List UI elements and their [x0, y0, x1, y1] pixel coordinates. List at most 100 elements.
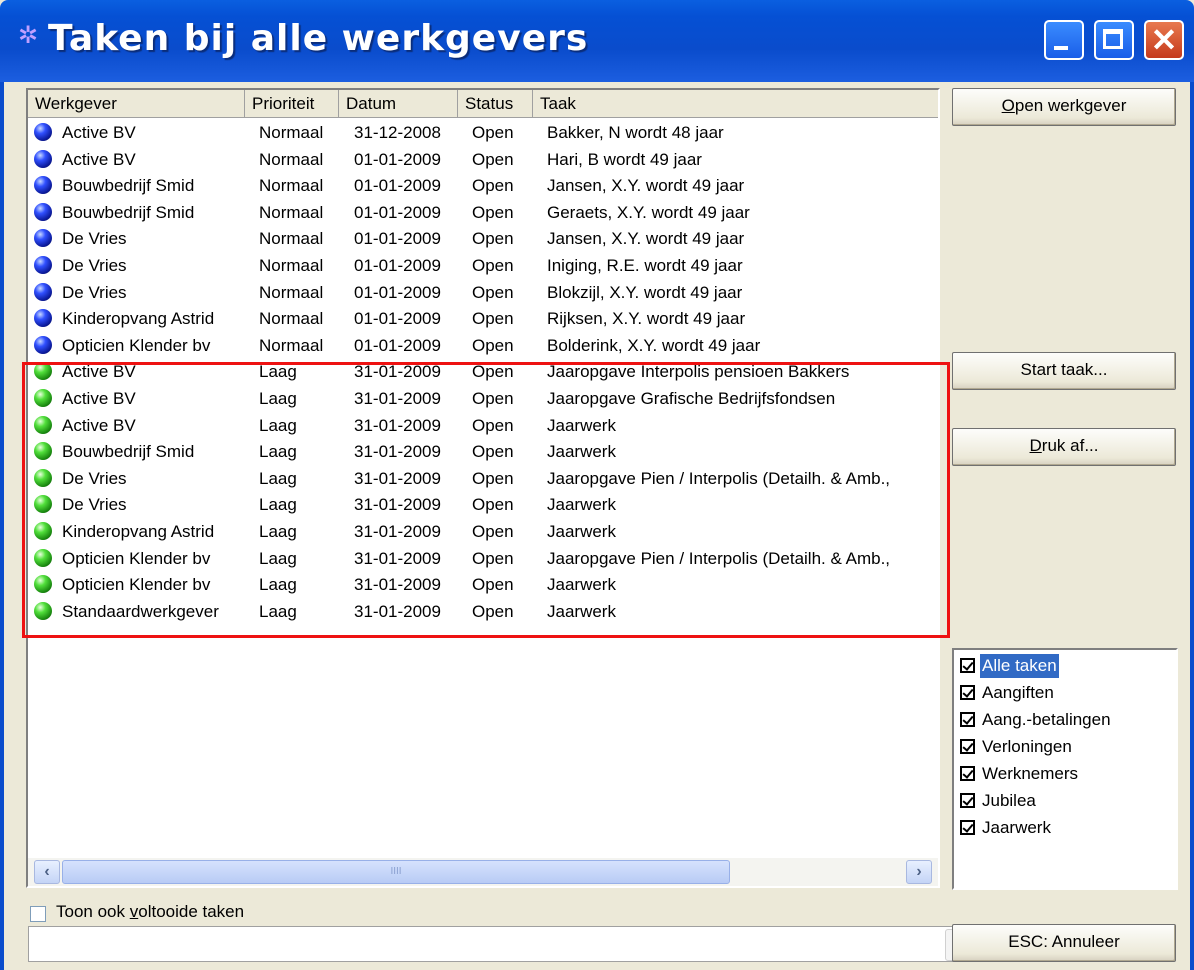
table-row[interactable]: De Vries Normaal 01-01-2009 Open Jansen, X.Y…	[28, 226, 938, 252]
cell-taak: Jansen, X.Y. wordt 49 jaar	[547, 176, 745, 196]
checkbox-checked-icon[interactable]	[960, 685, 975, 700]
table-row[interactable]: Opticien Klender bv Laag 31-01-2009 Open Jaa…	[28, 546, 938, 572]
task-filter-list[interactable]: Alle taken Aangiften Aang.-betalingen Verlo…	[952, 648, 1178, 890]
column-header-taak[interactable]: Taak	[533, 90, 938, 118]
cell-status: Open	[472, 415, 514, 435]
table-row[interactable]: Kinderopvang Astrid Normaal 01-01-2009 Open…	[28, 306, 938, 332]
checkbox-checked-icon[interactable]	[960, 658, 975, 673]
cell-datum: 31-01-2009	[354, 522, 441, 541]
cell-werkgever: Kinderopvang Astrid	[62, 522, 215, 541]
table-row[interactable]: Kinderopvang Astrid Laag 31-01-2009 Open Jaa…	[28, 519, 938, 545]
cell-status: Open	[472, 256, 514, 275]
cell-datum: 01-01-2009	[354, 335, 441, 355]
table-row[interactable]: Standaardwerkgever Laag 31-01-2009 Open Jaar…	[28, 599, 938, 625]
horizontal-scrollbar[interactable]: ‹ IIII ›	[28, 858, 938, 886]
table-row[interactable]: Bouwbedrijf Smid Laag 31-01-2009 Open Jaarwe…	[28, 439, 938, 465]
checkbox-checked-icon[interactable]	[960, 712, 975, 727]
cell-werkgever: Opticien Klender bv	[62, 548, 211, 568]
open-werkgever-button[interactable]: Open werkgever	[952, 88, 1176, 126]
checkbox-checked-icon[interactable]	[960, 766, 975, 781]
close-icon: ✕	[1150, 22, 1178, 58]
table-row[interactable]: De Vries Normaal 01-01-2009 Open Blokzijl, X…	[28, 280, 938, 306]
cell-prioriteit: Laag	[259, 575, 297, 595]
checkbox-checked-icon[interactable]	[960, 820, 975, 835]
table-row[interactable]: Active BV Laag 31-01-2009 Open Jaaropgave In…	[28, 359, 938, 385]
cell-datum: 31-01-2009	[354, 362, 441, 382]
title-bar[interactable]: ✲ Taken bij alle werkgevers ✕	[0, 0, 1194, 82]
filter-label: Jubilea	[982, 791, 1036, 810]
table-row[interactable]: Bouwbedrijf Smid Normaal 01-01-2009 Open Ger…	[28, 200, 938, 226]
table-row[interactable]: De Vries Laag 31-01-2009 Open Jaarwerk	[28, 492, 938, 518]
green-ball-icon	[34, 362, 52, 381]
cell-datum: 01-01-2009	[354, 176, 441, 196]
filter-label: Alle taken	[980, 654, 1059, 678]
cell-prioriteit: Normaal	[259, 229, 324, 249]
table-row[interactable]: Active BV Laag 31-01-2009 Open Jaaropgave Gr…	[28, 386, 938, 412]
cell-werkgever: De Vries	[62, 495, 127, 515]
column-header-status[interactable]: Status	[458, 90, 533, 118]
cell-prioriteit: Laag	[259, 442, 297, 462]
filter-label: Aang.-betalingen	[982, 710, 1111, 729]
checkbox-checked-icon[interactable]	[960, 793, 975, 808]
table-row[interactable]: Active BV Normaal 01-01-2009 Open Hari, B wo…	[28, 147, 938, 173]
cell-prioriteit: Normaal	[259, 309, 324, 329]
cell-taak: Jaarwerk	[547, 415, 616, 435]
cell-werkgever: De Vries	[62, 282, 127, 302]
start-taak-button[interactable]: Start taak...	[952, 352, 1176, 390]
cell-werkgever: Active BV	[62, 389, 136, 408]
table-row[interactable]: Active BV Normaal 31-12-2008 Open Bakker, N …	[28, 120, 938, 146]
cell-werkgever: Bouwbedrijf Smid	[62, 176, 195, 196]
annuleer-button[interactable]: ESC: Annuleer	[952, 924, 1176, 962]
druk-af-button[interactable]: Druk af...	[952, 428, 1176, 466]
cell-datum: 01-01-2009	[354, 202, 441, 222]
maximize-button[interactable]	[1094, 20, 1134, 60]
cell-datum: 01-01-2009	[354, 149, 441, 169]
cell-datum: 31-01-2009	[354, 415, 441, 435]
status-combo[interactable]: ▽	[28, 926, 980, 962]
cell-taak: Bakker, N wordt 48 jaar	[547, 123, 724, 142]
column-header-prioriteit[interactable]: Prioriteit	[245, 90, 339, 118]
table-row[interactable]: De Vries Normaal 01-01-2009 Open Iniging, R.…	[28, 253, 938, 279]
cell-status: Open	[472, 522, 514, 541]
minimize-button[interactable]	[1044, 20, 1084, 60]
cell-status: Open	[472, 335, 514, 355]
cell-datum: 31-01-2009	[354, 548, 441, 568]
cell-status: Open	[472, 309, 514, 329]
cell-datum: 31-01-2009	[354, 389, 441, 408]
cell-datum: 01-01-2009	[354, 282, 441, 302]
show-completed-label[interactable]: Toon ook voltooide taken	[56, 902, 244, 922]
cell-datum: 01-01-2009	[354, 229, 441, 249]
checkbox-checked-icon[interactable]	[960, 739, 975, 754]
table-row[interactable]: Opticien Klender bv Normaal 01-01-2009 Open…	[28, 333, 938, 359]
green-ball-icon	[34, 495, 52, 514]
scroll-left-icon[interactable]: ‹	[34, 860, 60, 884]
table-row[interactable]: Bouwbedrijf Smid Normaal 01-01-2009 Open Jan…	[28, 173, 938, 199]
cell-status: Open	[472, 575, 514, 595]
table-row[interactable]: Opticien Klender bv Laag 31-01-2009 Open Jaa…	[28, 572, 938, 598]
cell-taak: Jaarwerk	[547, 495, 616, 515]
scroll-right-icon[interactable]: ›	[906, 860, 932, 884]
close-button[interactable]: ✕	[1144, 20, 1184, 60]
blue-ball-icon	[34, 149, 52, 168]
filter-label: Aangiften	[982, 683, 1054, 702]
show-completed-checkbox[interactable]	[30, 906, 46, 922]
green-ball-icon	[34, 468, 52, 487]
table-row[interactable]: Active BV Laag 31-01-2009 Open Jaarwerk	[28, 413, 938, 439]
cell-prioriteit: Normaal	[259, 256, 324, 275]
column-header-werkgever[interactable]: Werkgever	[28, 90, 245, 118]
blue-ball-icon	[34, 256, 52, 274]
cell-werkgever: Kinderopvang Astrid	[62, 309, 215, 329]
filter-label: Verloningen	[982, 737, 1072, 756]
blue-ball-icon	[34, 123, 52, 141]
green-ball-icon	[34, 389, 52, 407]
scroll-thumb[interactable]: IIII	[62, 860, 730, 884]
task-list[interactable]: Werkgever Prioriteit Datum Status Taak A…	[26, 88, 940, 888]
cell-status: Open	[472, 468, 514, 488]
cell-datum: 31-01-2009	[354, 468, 441, 488]
column-header-row: Werkgever Prioriteit Datum Status Taak	[28, 90, 938, 118]
cell-taak: Jaaropgave Pien / Interpolis (Detailh. &…	[547, 548, 891, 568]
column-header-datum[interactable]: Datum	[339, 90, 458, 118]
table-row[interactable]: De Vries Laag 31-01-2009 Open Jaaropgave Pie…	[28, 466, 938, 492]
cell-status: Open	[472, 495, 514, 515]
blue-ball-icon	[34, 335, 52, 354]
